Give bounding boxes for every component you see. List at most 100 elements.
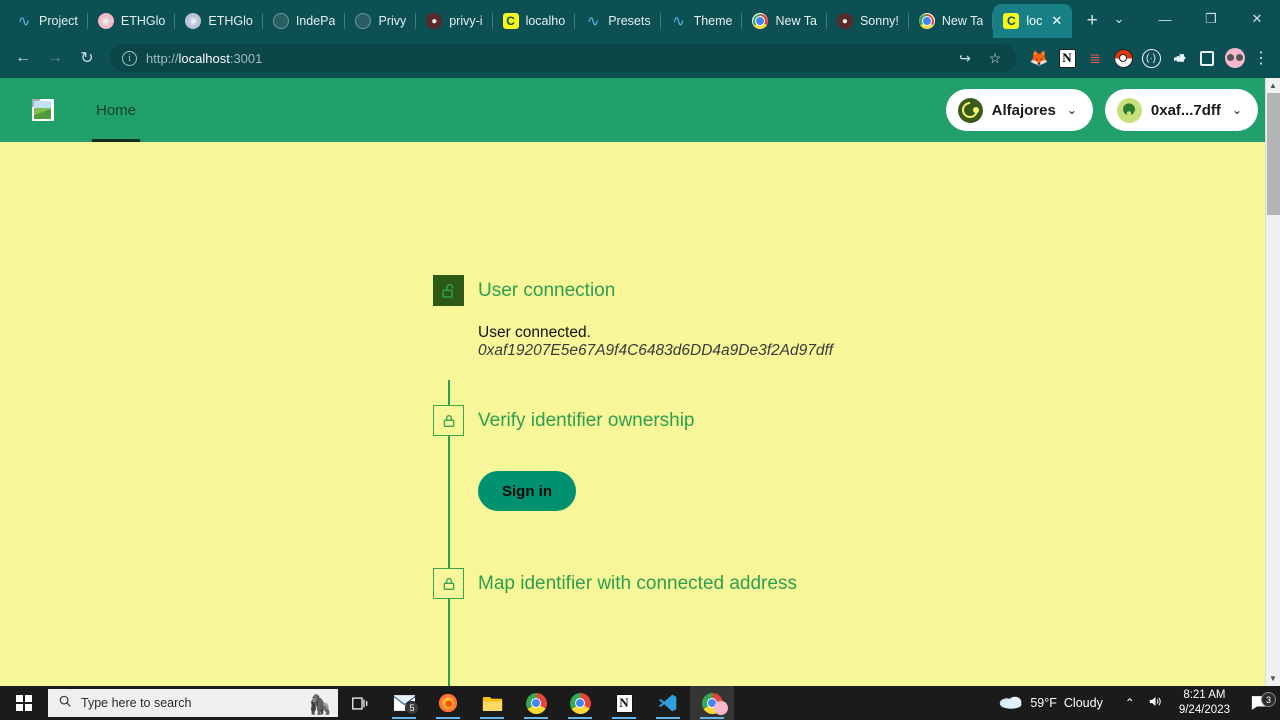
browser-toolbar: ← → ↻ i http://localhost:3001 ↪ ☆ 🦊 N ≣ … <box>0 38 1280 78</box>
sign-in-button[interactable]: Sign in <box>478 471 576 511</box>
tab-title: New Ta <box>941 14 984 28</box>
notion-glyph: N <box>1058 48 1076 68</box>
bookmark-star-icon[interactable]: ☆ <box>982 45 1008 71</box>
browser-tab[interactable]: Privy <box>345 4 417 38</box>
circle-face-icon[interactable]: (·) <box>1138 45 1164 71</box>
step-3-title: Map identifier with connected address <box>478 573 797 594</box>
taskbar-app-notion[interactable]: N <box>602 686 646 720</box>
taskbar-app-mail[interactable]: 5 <box>382 686 426 720</box>
notification-badge: 3 <box>1261 692 1276 707</box>
browser-tab[interactable]: New Ta <box>909 4 994 38</box>
scroll-down-icon[interactable]: ▼ <box>1266 671 1280 686</box>
ethglobal-gray-icon: ◉ <box>185 13 202 29</box>
chevron-down-icon: ⌄ <box>1066 103 1077 117</box>
taskbar-search[interactable]: Type here to search 🦍 <box>48 689 338 717</box>
tab-search-icon[interactable]: ⌄ <box>1096 0 1142 38</box>
tab-title: IndePa <box>295 14 336 28</box>
cloud-icon <box>999 694 1023 712</box>
step-3-icon-lock-closed <box>433 568 464 599</box>
search-icon <box>58 694 72 713</box>
taskbar-app-firefox[interactable] <box>426 686 470 720</box>
step-1-title: User connection <box>478 280 616 301</box>
site-info-icon[interactable]: i <box>122 50 137 66</box>
page-scrollbar[interactable]: ▲ ▼ <box>1265 78 1280 686</box>
scrollbar-thumb[interactable] <box>1267 93 1280 215</box>
taskbar-app-vscode[interactable] <box>646 686 690 720</box>
windows-logo-icon <box>16 695 32 711</box>
url-port: :3001 <box>229 50 263 66</box>
browser-tab[interactable]: ● privy-i <box>416 4 493 38</box>
mail-badge: 5 <box>405 701 419 715</box>
browser-window: ∿ Project ◉ ETHGlo ◉ ETHGlo IndePa Privy… <box>0 0 1280 686</box>
weather-widget[interactable]: 59°F Cloudy <box>999 694 1116 712</box>
step-2-icon-lock-closed <box>433 405 464 436</box>
reload-icon[interactable]: ↻ <box>72 43 102 73</box>
redline-icon[interactable]: ≣ <box>1082 45 1108 71</box>
browser-tab[interactable]: IndePa <box>263 4 346 38</box>
network-selector-button[interactable]: Alfajores ⌄ <box>945 89 1093 131</box>
browser-tab[interactable]: ∿ Project <box>6 4 88 38</box>
browser-menu-icon[interactable]: ⋮ <box>1250 48 1272 68</box>
nav-item-label: Home <box>96 101 137 119</box>
clock-date: 9/24/2023 <box>1178 704 1230 716</box>
clock-time: 8:21 AM <box>1183 689 1226 701</box>
browser-tab[interactable]: ◉ ETHGlo <box>175 4 264 38</box>
account-button[interactable]: 0xaf...7dff ⌄ <box>1104 89 1258 131</box>
maximize-button[interactable]: ❐ <box>1188 0 1234 38</box>
step-1-icon-unlock-open <box>433 275 464 306</box>
browser-tab[interactable]: ● Sonny! <box>827 4 909 38</box>
windows-taskbar: Type here to search 🦍 5 N 59°F Cloudy ⌃ … <box>0 686 1280 720</box>
tab-title: Sonny! <box>859 14 899 28</box>
temperature-text: 59°F <box>1030 696 1057 710</box>
chrome-icon <box>918 13 935 29</box>
puzzle-extensions-icon[interactable] <box>1166 45 1192 71</box>
taskbar-app-chrome[interactable] <box>514 686 558 720</box>
show-hidden-icons-chevron[interactable]: ⌃ <box>1117 696 1143 710</box>
scroll-up-icon[interactable]: ▲ <box>1266 78 1280 93</box>
profile-avatar-icon[interactable] <box>1222 45 1248 71</box>
wave-icon: ∿ <box>586 13 600 29</box>
forward-icon[interactable]: → <box>40 43 70 73</box>
omnibox-actions: ↪ ☆ <box>952 45 1008 71</box>
connected-address-text: 0xaf19207E5e67A9f4C6483d6DD4a9De3f2Ad97d… <box>478 342 834 359</box>
page-viewport: Home Alfajores ⌄ 0xaf...7dff ⌄ User conn… <box>0 78 1280 686</box>
taskbar-clock[interactable]: 8:21 AM 9/24/2023 <box>1169 688 1240 718</box>
browser-tab[interactable]: ∿ Theme <box>661 4 743 38</box>
metamask-icon[interactable]: 🦊 <box>1026 45 1052 71</box>
task-view-button[interactable] <box>338 686 382 720</box>
ethglobal-pink-icon: ◉ <box>97 13 114 29</box>
puzzle-glyph <box>1174 54 1186 62</box>
connection-status-text: User connected. <box>478 324 591 341</box>
tab-title: Project <box>39 14 78 28</box>
nav-item-home[interactable]: Home <box>92 78 141 142</box>
window-controls: ⌄ — ❐ ✕ <box>1096 0 1280 38</box>
start-button[interactable] <box>0 695 48 711</box>
browser-tab[interactable]: ◉ ETHGlo <box>88 4 176 38</box>
taskbar-app-chrome[interactable] <box>558 686 602 720</box>
share-icon[interactable]: ↪ <box>952 45 978 71</box>
volume-icon[interactable] <box>1143 695 1169 711</box>
minimize-button[interactable]: — <box>1142 0 1188 38</box>
close-icon[interactable]: ✕ <box>1051 13 1062 29</box>
taskbar-app-chrome-active[interactable] <box>690 686 734 720</box>
close-window-button[interactable]: ✕ <box>1234 0 1280 38</box>
step-2-title: Verify identifier ownership <box>478 410 695 431</box>
side-panel-icon[interactable] <box>1194 45 1220 71</box>
tab-title: Presets <box>608 14 651 28</box>
github-icon: ● <box>836 13 853 29</box>
back-icon[interactable]: ← <box>8 43 38 73</box>
broken-image-logo-icon <box>32 99 54 121</box>
notion-extension-icon[interactable]: N <box>1054 45 1080 71</box>
celo-c-icon: C <box>1003 13 1020 29</box>
notification-center-button[interactable]: 3 <box>1240 692 1280 711</box>
taskbar-app-file-explorer[interactable] <box>470 686 514 720</box>
address-bar[interactable]: i http://localhost:3001 ↪ ☆ <box>110 44 1016 72</box>
network-label: Alfajores <box>991 101 1056 119</box>
app-header: Home Alfajores ⌄ 0xaf...7dff ⌄ <box>0 78 1280 142</box>
pokeball-icon[interactable] <box>1110 45 1136 71</box>
browser-tab[interactable]: C localho <box>493 4 576 38</box>
browser-tab[interactable]: New Ta <box>742 4 828 38</box>
browser-tab-active[interactable]: C loc ✕ <box>993 4 1073 38</box>
browser-tab[interactable]: ∿ Presets <box>575 4 661 38</box>
tab-strip: ∿ Project ◉ ETHGlo ◉ ETHGlo IndePa Privy… <box>0 0 1280 38</box>
